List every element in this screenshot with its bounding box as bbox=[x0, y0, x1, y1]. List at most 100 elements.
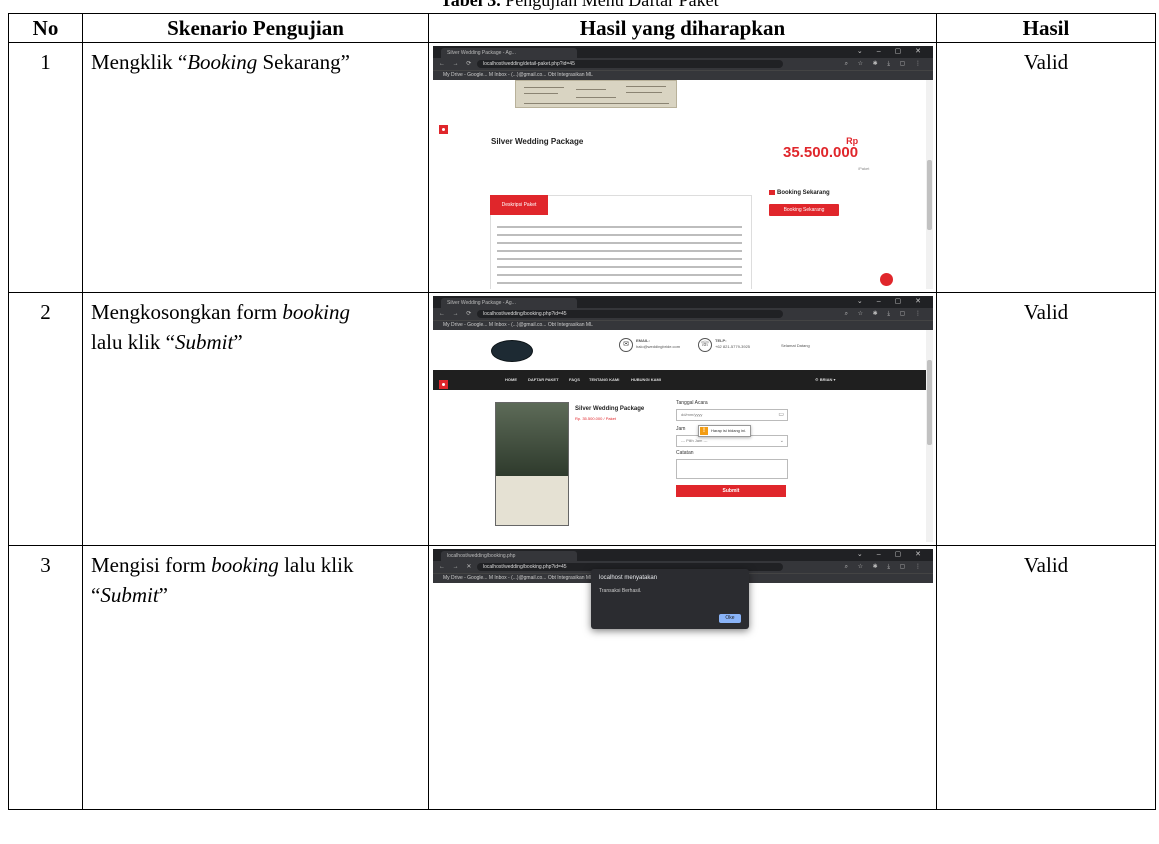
header-hasil: Hasil bbox=[936, 13, 1156, 43]
welcome-text: Selamat Datang bbox=[781, 343, 810, 348]
scrollbar[interactable] bbox=[926, 330, 933, 542]
page-content: ✉ EMAIL: halo@weddingbride.com ☏ TELP: +… bbox=[433, 330, 933, 542]
browser-tabbar: localhost/wedding/booking.php ⌄ – ▢ ✕ bbox=[433, 549, 933, 561]
nav-arrows-icon: ← → ⟳ bbox=[439, 311, 475, 317]
screenshot-cell: Silver Wedding Package - Ag... ⌄ – ▢ ✕ ←… bbox=[428, 42, 937, 293]
header-skenario: Skenario Pengujian bbox=[82, 13, 429, 43]
browser-tabbar: Silver Wedding Package - Ag... ⌄ – ▢ ✕ bbox=[433, 296, 933, 308]
scenario-italic: Submit bbox=[174, 330, 234, 354]
description-tab[interactable]: Deskripsi Paket bbox=[490, 195, 548, 215]
label-catatan: Catatan bbox=[676, 450, 694, 456]
nav-faqs[interactable]: FAQS bbox=[569, 377, 580, 382]
scenario-text: Mengisi form bbox=[91, 553, 212, 577]
submit-button[interactable]: Submit bbox=[676, 485, 786, 497]
chevron-down-icon: ⌄ bbox=[779, 438, 784, 444]
browser-urlbar: ← → ⟳ localhost/wedding/detail-paket.php… bbox=[433, 58, 933, 70]
screenshot-cell: localhost/wedding/booking.php ⌄ – ▢ ✕ ← … bbox=[428, 545, 937, 810]
scenario-text: ” bbox=[233, 330, 243, 354]
email-label: EMAIL: bbox=[636, 338, 650, 343]
scenario-cell: Mengkosongkan form booking lalu klik “Sub… bbox=[82, 292, 429, 546]
page-content: Silver Wedding Package Rp 35.500.000 /Pa… bbox=[433, 80, 933, 289]
scenario-cell: Mengklik “Booking Sekarang” bbox=[82, 42, 429, 293]
nav-tentang-kami[interactable]: TENTANG KAMI bbox=[589, 377, 619, 382]
scenario-text: ” bbox=[158, 583, 168, 607]
nav-hubungi-kami[interactable]: HUBUNGI KAMI bbox=[631, 377, 661, 382]
result-cell: Valid bbox=[936, 42, 1156, 293]
notes-textarea[interactable] bbox=[676, 459, 788, 479]
scenario-text: Sekarang” bbox=[257, 50, 350, 74]
scrollbar[interactable] bbox=[926, 80, 933, 289]
dialog-message: Transaksi Berhasil. bbox=[599, 588, 642, 594]
browser-screenshot: Silver Wedding Package - Ag... ⌄ – ▢ ✕ ←… bbox=[433, 296, 933, 542]
browser-tab: Silver Wedding Package - Ag... bbox=[441, 48, 577, 58]
validation-tooltip: Harap isi bidang ini. bbox=[698, 425, 752, 437]
extension-icons: ⌕ ☆ ✱ ⤓ ▢ ⋮ bbox=[844, 564, 925, 570]
nav-user-menu[interactable]: ⚙ BRIAN ▾ bbox=[815, 377, 835, 382]
browser-tab: Silver Wedding Package - Ag... bbox=[441, 298, 577, 308]
date-placeholder: dd/mm/yyyy bbox=[681, 412, 703, 417]
phone-icon: ☏ bbox=[698, 338, 712, 352]
nav-home[interactable]: HOME bbox=[505, 377, 517, 382]
scroll-top-button[interactable] bbox=[880, 273, 893, 286]
caption-label: Tabel 3. bbox=[440, 0, 501, 10]
price-unit: /Paket bbox=[858, 166, 870, 171]
price-value: 35.500.000 bbox=[783, 144, 859, 161]
scenario-text: lalu klik “ bbox=[91, 330, 175, 354]
extension-icons: ⌕ ☆ ✱ ⤓ ▢ ⋮ bbox=[844, 61, 925, 67]
email-info: EMAIL: halo@weddingbride.com bbox=[636, 338, 680, 350]
package-title: Silver Wedding Package bbox=[491, 137, 584, 146]
telp-value: +62 821-5779-3925 bbox=[715, 344, 751, 349]
scenario-text: Mengklik “ bbox=[91, 50, 188, 74]
table-row: 3 Mengisi form booking lalu klik “Submit”… bbox=[8, 545, 1156, 810]
nav-arrows-icon: ← → ⟳ bbox=[439, 61, 475, 67]
poster-image bbox=[515, 80, 677, 108]
result-cell: Valid bbox=[936, 545, 1156, 810]
nav-daftar-paket[interactable]: DAFTAR PAKET bbox=[528, 377, 559, 382]
telp-label: TELP: bbox=[715, 338, 727, 343]
extension-icons: ⌕ ☆ ✱ ⤓ ▢ ⋮ bbox=[844, 311, 925, 317]
package-poster bbox=[495, 402, 569, 526]
scenario-text: lalu klik bbox=[278, 553, 354, 577]
test-table: No Skenario Pengujian Hasil yang diharap… bbox=[8, 13, 1156, 810]
row-number: 3 bbox=[8, 545, 83, 810]
scenario-italic: booking bbox=[282, 300, 350, 324]
window-controls-icon: ⌄ – ▢ ✕ bbox=[856, 298, 927, 305]
result-cell: Valid bbox=[936, 292, 1156, 546]
address-bar: localhost/wedding/detail-paket.php?id=45 bbox=[477, 60, 783, 68]
site-logo bbox=[491, 340, 533, 362]
browser-tab: localhost/wedding/booking.php bbox=[441, 551, 577, 561]
scenario-text: Mengkosongkan form bbox=[91, 300, 283, 324]
email-value: halo@weddingbride.com bbox=[636, 344, 681, 349]
time-placeholder: --- Pilih Jam --- bbox=[681, 438, 708, 443]
row-number: 2 bbox=[8, 292, 83, 546]
booking-heading: Booking Sekarang bbox=[769, 190, 830, 196]
browser-tabbar: Silver Wedding Package - Ag... ⌄ – ▢ ✕ bbox=[433, 46, 933, 58]
booking-button[interactable]: Booking Sekarang bbox=[769, 204, 839, 216]
calendar-icon: ▭ bbox=[778, 412, 784, 418]
label-jam: Jam bbox=[676, 426, 686, 432]
package-price: Rp 35.500.000 bbox=[783, 136, 859, 161]
scenario-cell: Mengisi form booking lalu klik “Submit” bbox=[82, 545, 429, 810]
header-row: No Skenario Pengujian Hasil yang diharap… bbox=[8, 13, 1156, 43]
row-number: 1 bbox=[8, 42, 83, 293]
scenario-text: “ bbox=[91, 583, 101, 607]
screenshot-cell: Silver Wedding Package - Ag... ⌄ – ▢ ✕ ←… bbox=[428, 292, 937, 546]
caption-text: Pengujian Menu Daftar Paket bbox=[505, 0, 719, 10]
table-row: 1 Mengklik “Booking Sekarang” Silver Wed… bbox=[8, 42, 1156, 293]
package-title: Silver Wedding Package bbox=[575, 406, 645, 412]
date-input[interactable]: dd/mm/yyyy ▭ bbox=[676, 409, 788, 421]
scenario-italic: Booking bbox=[187, 50, 258, 74]
dialog-ok-button[interactable]: Oke bbox=[719, 614, 741, 623]
package-price: Rp. 35.500.000 / Paket bbox=[575, 416, 616, 421]
settings-icon bbox=[439, 125, 448, 134]
scenario-italic: Submit bbox=[100, 583, 159, 607]
alert-dialog: localhost menyatakan Transaksi Berhasil.… bbox=[591, 569, 749, 629]
browser-screenshot: Silver Wedding Package - Ag... ⌄ – ▢ ✕ ←… bbox=[433, 46, 933, 289]
settings-icon bbox=[439, 380, 448, 389]
scenario-italic: booking bbox=[211, 553, 279, 577]
browser-screenshot: localhost/wedding/booking.php ⌄ – ▢ ✕ ← … bbox=[433, 549, 933, 641]
nav-arrows-icon: ← → ✕ bbox=[439, 564, 475, 570]
price-prefix: Rp bbox=[846, 136, 859, 146]
table-row: 2 Mengkosongkan form booking lalu klik “S… bbox=[8, 292, 1156, 546]
header-no: No bbox=[8, 13, 83, 43]
